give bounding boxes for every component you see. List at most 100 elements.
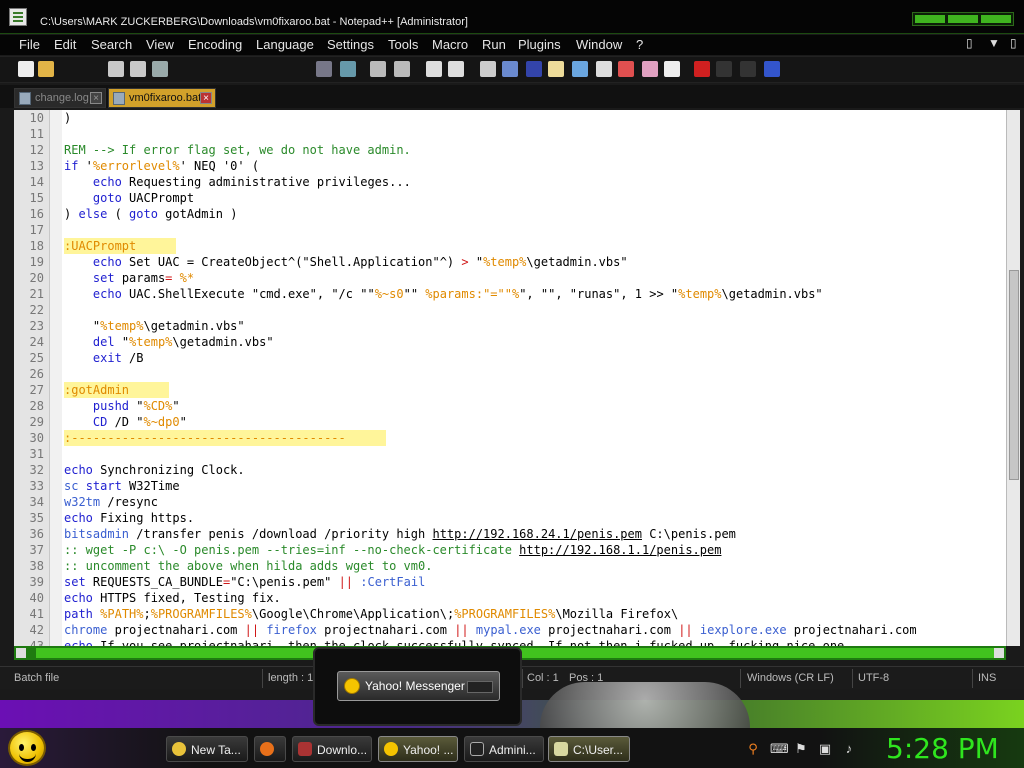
taskbar-item-downloads[interactable]: Downlo... <box>292 736 372 762</box>
code-line[interactable]: 28 pushd "%CD%" <box>14 398 1006 414</box>
network-icon[interactable]: ▣ <box>818 742 832 756</box>
code-line[interactable]: 12 REM --> If error flag set, we do not h… <box>14 142 1006 158</box>
code-line[interactable]: 31 <box>14 446 1006 462</box>
function-list-icon[interactable] <box>596 61 612 77</box>
code-line[interactable]: 20 set params= %* <box>14 270 1006 286</box>
tab-vm0fixaroo[interactable]: vm0fixaroo.bat × <box>108 88 216 108</box>
code-line[interactable]: 15 goto UACPrompt <box>14 190 1006 206</box>
find-icon[interactable] <box>316 61 332 77</box>
code-line[interactable]: 10) <box>14 110 1006 126</box>
lang-define-icon[interactable] <box>548 61 564 77</box>
flag-icon[interactable]: ⚑ <box>794 742 808 756</box>
code-line[interactable]: 14 echo Requesting administrative privil… <box>14 174 1006 190</box>
taskbar-item-yahoo[interactable]: Yahoo! ... <box>378 736 458 762</box>
record-macro-icon[interactable] <box>694 61 710 77</box>
word-wrap-icon[interactable] <box>480 61 496 77</box>
monitor-icon[interactable] <box>642 61 658 77</box>
new-file-icon[interactable] <box>18 61 34 77</box>
code-line[interactable]: 18:UACPrompt <box>14 238 1006 254</box>
code-line[interactable]: 41 path %PATH%;%PROGRAMFILES%\Google\Chro… <box>14 606 1006 622</box>
tab-close-icon[interactable]: × <box>90 92 102 104</box>
minimize-button[interactable] <box>915 15 945 23</box>
yahoo-messenger-button[interactable]: Yahoo! Messenger <box>337 671 500 701</box>
save-icon[interactable] <box>108 61 124 77</box>
menu-help[interactable]: ? <box>636 37 643 52</box>
run-macro-multiple-icon[interactable] <box>764 61 780 77</box>
volume-icon[interactable]: ♪ <box>842 742 856 756</box>
code-line[interactable]: 39 set REQUESTS_CA_BUNDLE="C:\penis.pem" … <box>14 574 1006 590</box>
show-all-chars-icon[interactable] <box>502 61 518 77</box>
code-line[interactable]: 38:: uncomment the above when hilda adds… <box>14 558 1006 574</box>
code-line[interactable]: 35 echo Fixing https. <box>14 510 1006 526</box>
scroll-right-icon[interactable] <box>994 648 1004 658</box>
scroll-left-icon[interactable] <box>16 648 26 658</box>
code-line[interactable]: 29 CD /D "%~dp0" <box>14 414 1006 430</box>
scroll-thumb[interactable] <box>1009 270 1019 480</box>
save-all-icon[interactable] <box>130 61 146 77</box>
code-editor[interactable]: 10) 11 12 REM --> If error flag set, we do … <box>14 110 1006 646</box>
notepadpp-icon[interactable] <box>9 8 27 26</box>
menu-plugins[interactable]: Plugins <box>518 37 561 52</box>
menu-language[interactable]: Language <box>256 37 314 52</box>
sync-horizontal-icon[interactable] <box>448 61 464 77</box>
code-line[interactable]: 11 <box>14 126 1006 142</box>
maximize-button[interactable] <box>948 15 978 23</box>
vertical-scrollbar[interactable] <box>1006 110 1020 646</box>
menu-settings[interactable]: Settings <box>327 37 374 52</box>
code-line[interactable]: 22 <box>14 302 1006 318</box>
taskbar-item-chrome[interactable]: New Ta... <box>166 736 248 762</box>
code-line[interactable]: 33 sc start W32Time <box>14 478 1006 494</box>
code-line[interactable]: 23 "%temp%\getadmin.vbs" <box>14 318 1006 334</box>
close-button[interactable] <box>981 15 1011 23</box>
start-button[interactable] <box>8 730 46 766</box>
code-line[interactable]: 24 del "%temp%\getadmin.vbs" <box>14 334 1006 350</box>
code-line[interactable]: 32 echo Synchronizing Clock. <box>14 462 1006 478</box>
menu-macro[interactable]: Macro <box>432 37 468 52</box>
menu-run[interactable]: Run <box>482 37 506 52</box>
taskbar-item-notepadpp[interactable]: C:\User... <box>548 736 630 762</box>
folder-as-workspace-icon[interactable] <box>618 61 634 77</box>
code-line[interactable]: 26 <box>14 366 1006 382</box>
stop-macro-icon[interactable] <box>716 61 732 77</box>
code-line[interactable]: 16) else ( goto gotAdmin ) <box>14 206 1006 222</box>
code-line[interactable]: 42 chrome projectnahari.com || firefox pr… <box>14 622 1006 638</box>
code-line[interactable]: 34 w32tm /resync <box>14 494 1006 510</box>
close-icon[interactable] <box>152 61 168 77</box>
taskbar-item-firefox[interactable] <box>254 736 286 762</box>
menu-search[interactable]: Search <box>91 37 132 52</box>
sync-vertical-icon[interactable] <box>426 61 442 77</box>
play-macro-icon[interactable] <box>740 61 756 77</box>
restore-icon[interactable]: ▯ <box>966 36 973 50</box>
tab-close-icon[interactable]: × <box>200 92 212 104</box>
menu-view[interactable]: View <box>146 37 174 52</box>
code-line[interactable]: 21 echo UAC.ShellExecute "cmd.exe", "/c … <box>14 286 1006 302</box>
code-line[interactable]: 37:: wget -P c:\ -O penis.pem --tries=in… <box>14 542 1006 558</box>
menu-tools[interactable]: Tools <box>388 37 418 52</box>
code-line[interactable]: 25 exit /B <box>14 350 1006 366</box>
keyboard-icon[interactable]: ⌨ <box>770 742 789 756</box>
code-line[interactable]: 43 echo If you see projectnahari, then th… <box>14 638 1006 646</box>
code-line[interactable]: 19 echo Set UAC = CreateObject^("Shell.A… <box>14 254 1006 270</box>
dropdown-icon[interactable]: ▼ <box>988 36 1000 50</box>
zoom-in-icon[interactable] <box>370 61 386 77</box>
open-file-icon[interactable] <box>38 61 54 77</box>
code-line[interactable]: 17 <box>14 222 1006 238</box>
menu-window[interactable]: Window <box>576 37 622 52</box>
taskbar-clock[interactable]: 5:28 PM <box>886 732 999 765</box>
menu-edit[interactable]: Edit <box>54 37 76 52</box>
code-line[interactable]: 30:-------------------------------------… <box>14 430 1006 446</box>
menu-file[interactable]: File <box>19 37 40 52</box>
code-line[interactable]: 13 if '%errorlevel%' NEQ '0' ( <box>14 158 1006 174</box>
doc-map-icon[interactable] <box>572 61 588 77</box>
zoom-out-icon[interactable] <box>394 61 410 77</box>
code-line[interactable]: 27:gotAdmin <box>14 382 1006 398</box>
taskbar-item-cmd[interactable]: Admini... <box>464 736 544 762</box>
replace-icon[interactable] <box>340 61 356 77</box>
search-icon[interactable]: ⚲ <box>746 742 760 756</box>
eye-icon[interactable] <box>664 61 680 77</box>
code-line[interactable]: 40 echo HTTPS fixed, Testing fix. <box>14 590 1006 606</box>
close-doc-icon[interactable]: ▯ <box>1010 36 1017 50</box>
window-controls[interactable] <box>912 12 1014 26</box>
menu-encoding[interactable]: Encoding <box>188 37 242 52</box>
tab-change-log[interactable]: change.log × <box>14 88 106 108</box>
